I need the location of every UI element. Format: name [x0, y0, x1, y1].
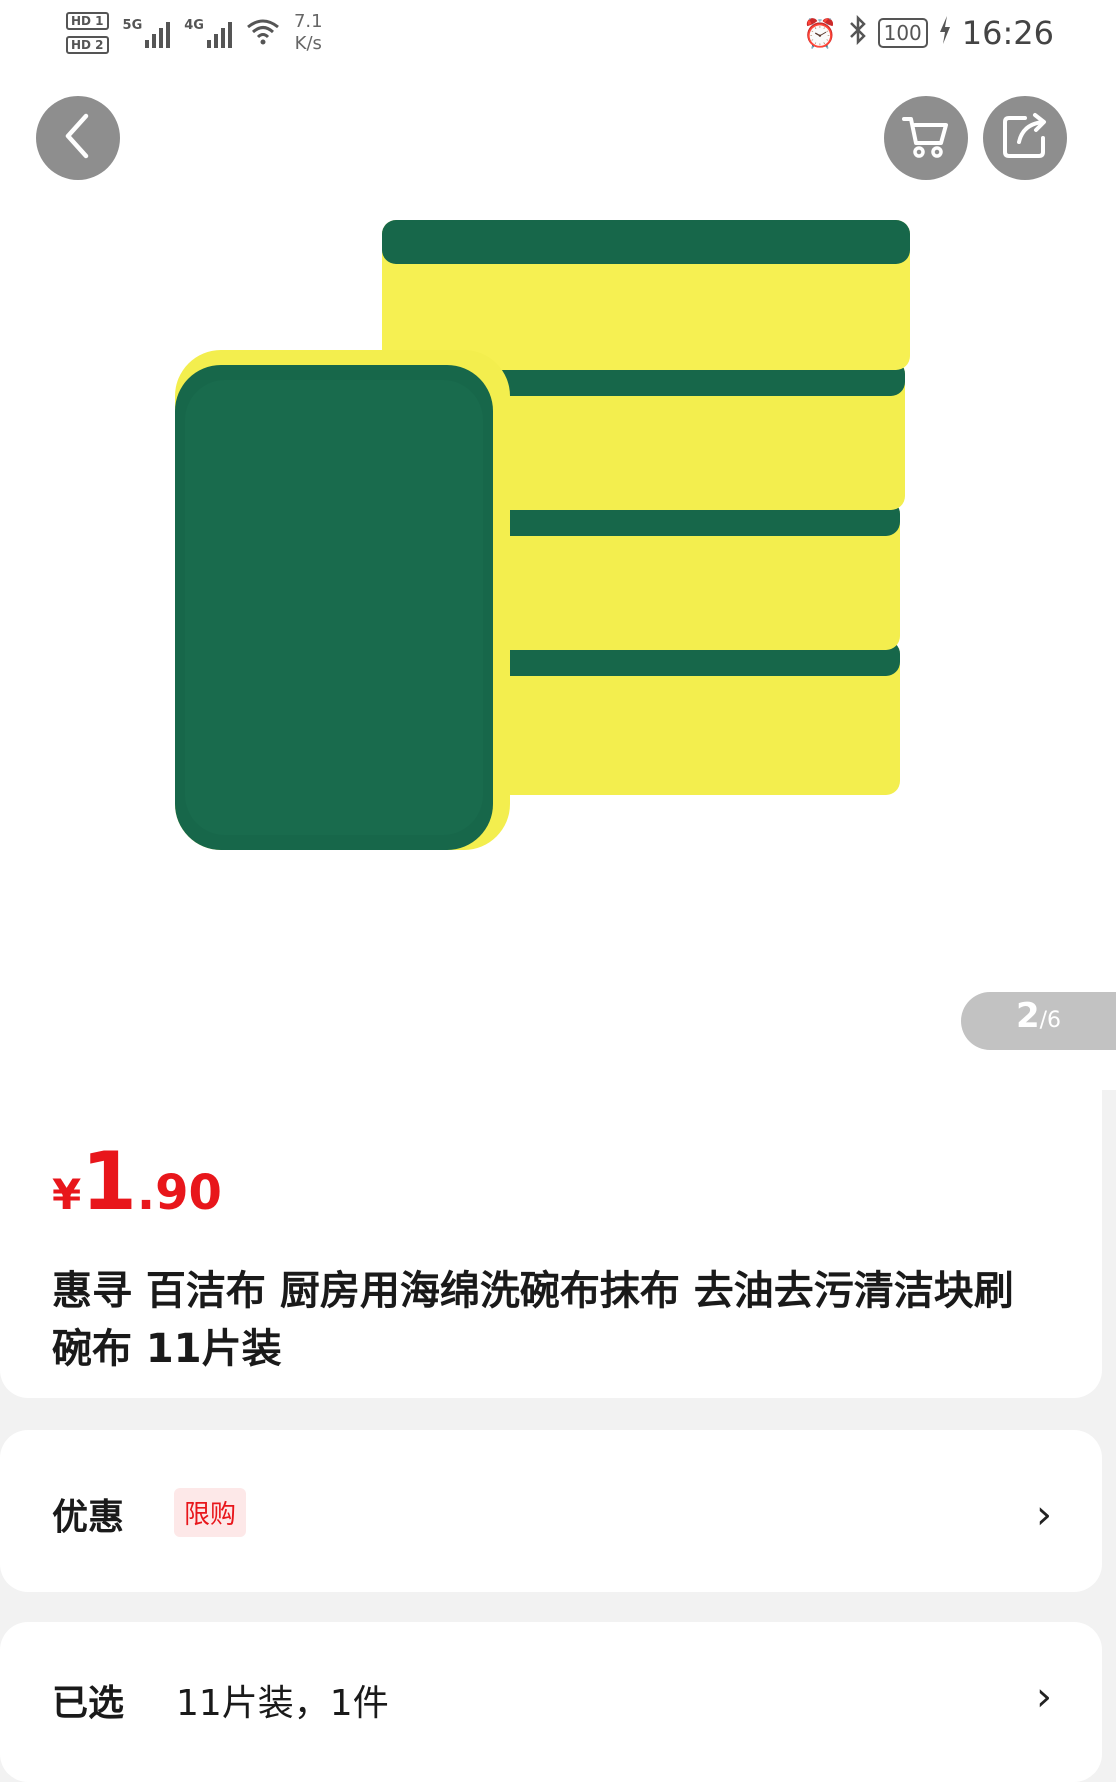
chevron-right-icon: ›: [1036, 1492, 1052, 1538]
product-gallery[interactable]: HD 1 HD 2 5G 4G 7.1 K/s ⏰ 100 16:26 2 /6: [0, 0, 1116, 1090]
clock: 16:26: [961, 14, 1054, 52]
price-integer: 1: [81, 1135, 137, 1228]
product-title: 惠寻 百洁布 厨房用海绵洗碗布抹布 去油去污清洁块刷碗布 11片装: [52, 1268, 1014, 1372]
product-info-card: ¥ 1 .90 惠寻 百洁布 厨房用海绵洗碗布抹布 去油去污清洁块刷碗布 11片…: [0, 1090, 1102, 1398]
hd-badge-1: HD 1: [66, 12, 109, 30]
chevron-left-icon: [58, 112, 98, 164]
network-speed: 7.1 K/s: [294, 11, 323, 55]
price-decimal: .90: [136, 1165, 222, 1221]
status-bar: HD 1 HD 2 5G 4G 7.1 K/s ⏰ 100 16:26: [0, 0, 1116, 76]
promotion-label: 优惠: [52, 1497, 125, 1538]
promotion-row[interactable]: 优惠 限购 ›: [0, 1430, 1102, 1592]
selected-label: 已选: [52, 1683, 125, 1724]
cart-button[interactable]: [884, 96, 968, 180]
speed-value: 7.1: [293, 11, 323, 32]
wifi-icon: [246, 17, 280, 50]
speed-unit: K/s: [294, 33, 322, 54]
status-right: ⏰ 100 16:26: [803, 14, 1054, 52]
cart-icon: [901, 113, 951, 163]
back-button[interactable]: [36, 96, 120, 180]
currency-symbol: ¥: [52, 1170, 82, 1219]
current-image-index: 2: [1015, 996, 1040, 1036]
share-button[interactable]: [983, 96, 1067, 180]
share-icon: [1001, 112, 1049, 164]
network-type-2: 4G: [184, 18, 204, 33]
signal-icon: 5G: [123, 18, 171, 48]
chevron-right-icon: ›: [1036, 1674, 1052, 1720]
status-left: HD 1 HD 2 5G 4G 7.1 K/s: [66, 8, 323, 58]
hd-indicators: HD 1 HD 2: [66, 12, 109, 54]
hd-badge-2: HD 2: [66, 36, 109, 54]
alarm-icon: ⏰: [802, 16, 838, 50]
image-counter: 2 /6: [961, 992, 1116, 1050]
charging-icon: [938, 15, 952, 52]
price: ¥ 1 .90: [52, 1142, 222, 1222]
signal-icon-2: 4G: [184, 18, 232, 48]
battery-level: 100: [877, 18, 928, 48]
bluetooth-icon: [848, 14, 868, 52]
product-image[interactable]: [150, 200, 930, 980]
sponge-front: [175, 350, 510, 850]
total-images: /6: [1039, 1008, 1062, 1033]
network-type-1: 5G: [122, 18, 143, 33]
selected-spec-row[interactable]: 已选 11片装，1件 ›: [0, 1622, 1102, 1782]
purchase-limit-tag: 限购: [174, 1488, 247, 1537]
selected-spec-value: 11片装，1件: [176, 1683, 389, 1724]
